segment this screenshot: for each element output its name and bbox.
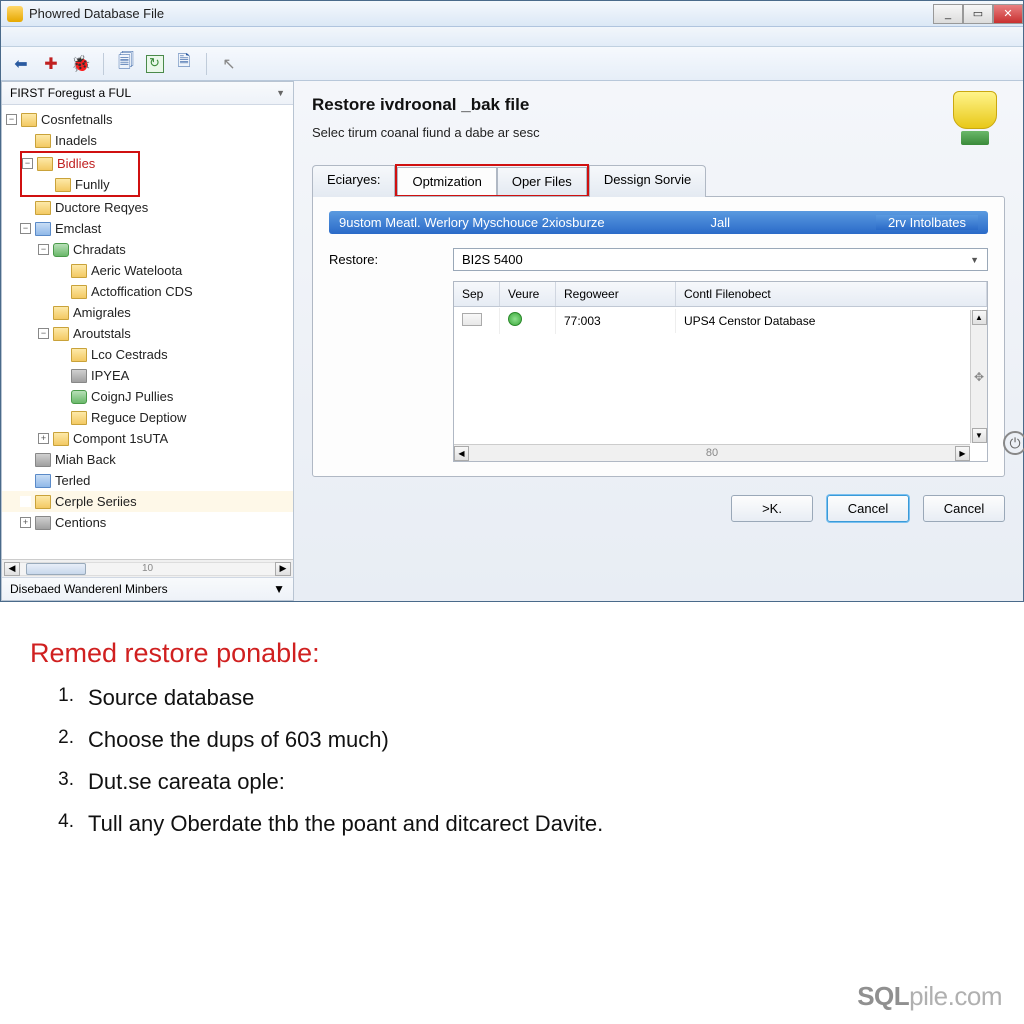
tree-node-selected[interactable]: Cerple Seriies — [2, 491, 293, 512]
list-item: 2.Choose the dups of 603 much) — [50, 727, 994, 753]
titlebar: Phowred Database File — [1, 1, 1023, 27]
dialog-buttons: >K. Cancel Cancel — [312, 495, 1005, 522]
tree-node[interactable]: Terled — [2, 470, 293, 491]
scroll-right-icon[interactable]: ▶ — [275, 562, 291, 576]
col-veure[interactable]: Veure — [500, 282, 556, 306]
restore-label: Restore: — [329, 252, 429, 267]
column-header-bar: 9ustom Meatl. Werlory Myschouce 2xiosbur… — [329, 211, 988, 234]
tree-node[interactable]: Funlly — [22, 174, 138, 195]
document-icon[interactable]: 🗎 — [174, 54, 194, 74]
list-item: 1.Source database — [50, 685, 994, 711]
move-icon[interactable]: ✥ — [974, 370, 984, 384]
tree-node[interactable]: Ductore Reqyes — [2, 197, 293, 218]
tree-node[interactable]: Inadels — [2, 130, 293, 151]
sidebar-hscroll[interactable]: ◀ 10 ▶ — [2, 559, 293, 577]
status-icon — [508, 312, 522, 326]
window-title: Phowred Database File — [29, 6, 164, 21]
page-title: Restore ivdroonal _bak file — [312, 95, 1005, 115]
scroll-thumb[interactable] — [26, 563, 86, 575]
dropdown-icon: ▼ — [970, 255, 979, 265]
tree-node[interactable]: Miah Back — [2, 449, 293, 470]
trophy-icon — [945, 91, 1005, 161]
instruction-notes: Remed restore ponable: 1.Source database… — [30, 638, 994, 853]
tree-node[interactable]: −Aroutstals — [2, 323, 293, 344]
list-item: 3.Dut.se careata ople: — [50, 769, 994, 795]
cancel-button-2[interactable]: Cancel — [923, 495, 1005, 522]
tree-node[interactable]: −Bidlies — [22, 153, 138, 174]
scroll-down-icon[interactable]: ▼ — [972, 428, 987, 443]
grid-vscroll[interactable]: ▲ ✥ ▼ — [970, 310, 987, 443]
col-filenobect[interactable]: Contl Filenobect — [676, 282, 987, 306]
tree-node[interactable]: −Emclast — [2, 218, 293, 239]
pointer-icon[interactable]: ↖ — [219, 54, 239, 74]
backup-grid: Sep Veure Regoweer Contl Filenobect 77:0… — [453, 281, 988, 462]
watermark: SQLpile.com — [857, 981, 1002, 1012]
scroll-left-icon[interactable]: ◀ — [4, 562, 20, 576]
notes-heading: Remed restore ponable: — [30, 638, 994, 669]
toolbar: ⬅ ✚ 🐞 🗐 🗎 ↖ — [1, 47, 1023, 81]
tree-view: −Cosnfetnalls Inadels −Bidlies Funlly Du… — [2, 105, 293, 559]
scroll-right-icon[interactable]: ▶ — [955, 446, 970, 461]
tabs: Eciaryes: Optmization Oper Files Dessign… — [312, 164, 1005, 196]
restore-select[interactable]: BI2S 5400 ▼ — [453, 248, 988, 271]
dropdown-icon: ▼ — [273, 582, 285, 596]
tree-node[interactable]: Lco Cestrads — [2, 344, 293, 365]
scroll-left-icon[interactable]: ◀ — [454, 446, 469, 461]
cancel-button[interactable]: Cancel — [827, 495, 909, 522]
page-subtitle: Selec tirum coanal fiund a dabe ar sesc — [312, 125, 1005, 140]
scroll-up-icon[interactable]: ▲ — [972, 310, 987, 325]
tree-node[interactable]: −Chradats — [2, 239, 293, 260]
ok-button[interactable]: >K. — [731, 495, 813, 522]
workspace: FIRST Foregust a FUL ▼ −Cosnfetnalls Ina… — [1, 81, 1023, 601]
list-item: 4.Tull any Oberdate thb the poant and di… — [50, 811, 994, 837]
notes-list: 1.Source database 2.Choose the dups of 6… — [30, 685, 994, 837]
maximize-button[interactable] — [963, 4, 993, 24]
dropdown-icon: ▼ — [276, 88, 285, 98]
sidebar-header[interactable]: FIRST Foregust a FUL ▼ — [2, 82, 293, 105]
tab-oper-files[interactable]: Oper Files — [497, 167, 587, 195]
grid-hscroll[interactable]: ◀ 80 ▶ — [454, 444, 970, 461]
main-panel: Restore ivdroonal _bak file Selec tirum … — [294, 81, 1023, 601]
window-controls — [933, 4, 1023, 24]
row-checkbox[interactable] — [462, 313, 482, 326]
app-icon — [7, 6, 23, 22]
sidebar: FIRST Foregust a FUL ▼ −Cosnfetnalls Ina… — [1, 81, 294, 601]
grid-row[interactable]: 77:003 UPS4 Censtor Database — [454, 307, 987, 334]
toolbar-separator — [206, 53, 207, 75]
sidebar-footer[interactable]: Disebaed Wanderenl Minbers ▼ — [2, 577, 293, 600]
minimize-button[interactable] — [933, 4, 963, 24]
copy-icon[interactable]: 🗐 — [116, 54, 136, 74]
col-sep[interactable]: Sep — [454, 282, 500, 306]
power-icon[interactable]: ⏻ — [1003, 431, 1024, 455]
highlight-box: −Bidlies Funlly — [20, 151, 140, 197]
add-icon[interactable]: ✚ — [41, 54, 61, 74]
tree-node[interactable]: −Cosnfetnalls — [2, 109, 293, 130]
col-regoweer[interactable]: Regoweer — [556, 282, 676, 306]
refresh-icon[interactable] — [146, 55, 164, 73]
bug-icon[interactable]: 🐞 — [71, 54, 91, 74]
tab-optimization[interactable]: Optmization — [397, 167, 496, 195]
tree-node[interactable]: Actoffication CDS — [2, 281, 293, 302]
restore-row: Restore: BI2S 5400 ▼ — [329, 248, 988, 271]
app-window: Phowred Database File ⬅ ✚ 🐞 🗐 🗎 ↖ FIRST … — [0, 0, 1024, 602]
scroll-track[interactable]: 10 — [20, 562, 275, 576]
back-icon[interactable]: ⬅ — [11, 54, 31, 74]
close-button[interactable] — [993, 4, 1023, 24]
tab-design-sorvie[interactable]: Dessign Sorvie — [589, 165, 706, 197]
grid-header: Sep Veure Regoweer Contl Filenobect — [454, 282, 987, 307]
tree-node[interactable]: IPYEA — [2, 365, 293, 386]
sidebar-header-label: FIRST Foregust a FUL — [10, 86, 131, 100]
toolbar-separator — [103, 53, 104, 75]
tree-node[interactable]: CoignJ Pullies — [2, 386, 293, 407]
tree-node[interactable]: +Compont 1sUTA — [2, 428, 293, 449]
tree-node[interactable]: Amigrales — [2, 302, 293, 323]
tab-panel: 9ustom Meatl. Werlory Myschouce 2xiosbur… — [312, 196, 1005, 477]
tree-node[interactable]: Aeric Wateloota — [2, 260, 293, 281]
menubar — [1, 27, 1023, 47]
tree-node[interactable]: +Centions — [2, 512, 293, 533]
highlight-box: Optmization Oper Files — [395, 164, 588, 196]
tree-node[interactable]: Reguce Deptiow — [2, 407, 293, 428]
tab-eciaryes[interactable]: Eciaryes: — [312, 165, 395, 197]
